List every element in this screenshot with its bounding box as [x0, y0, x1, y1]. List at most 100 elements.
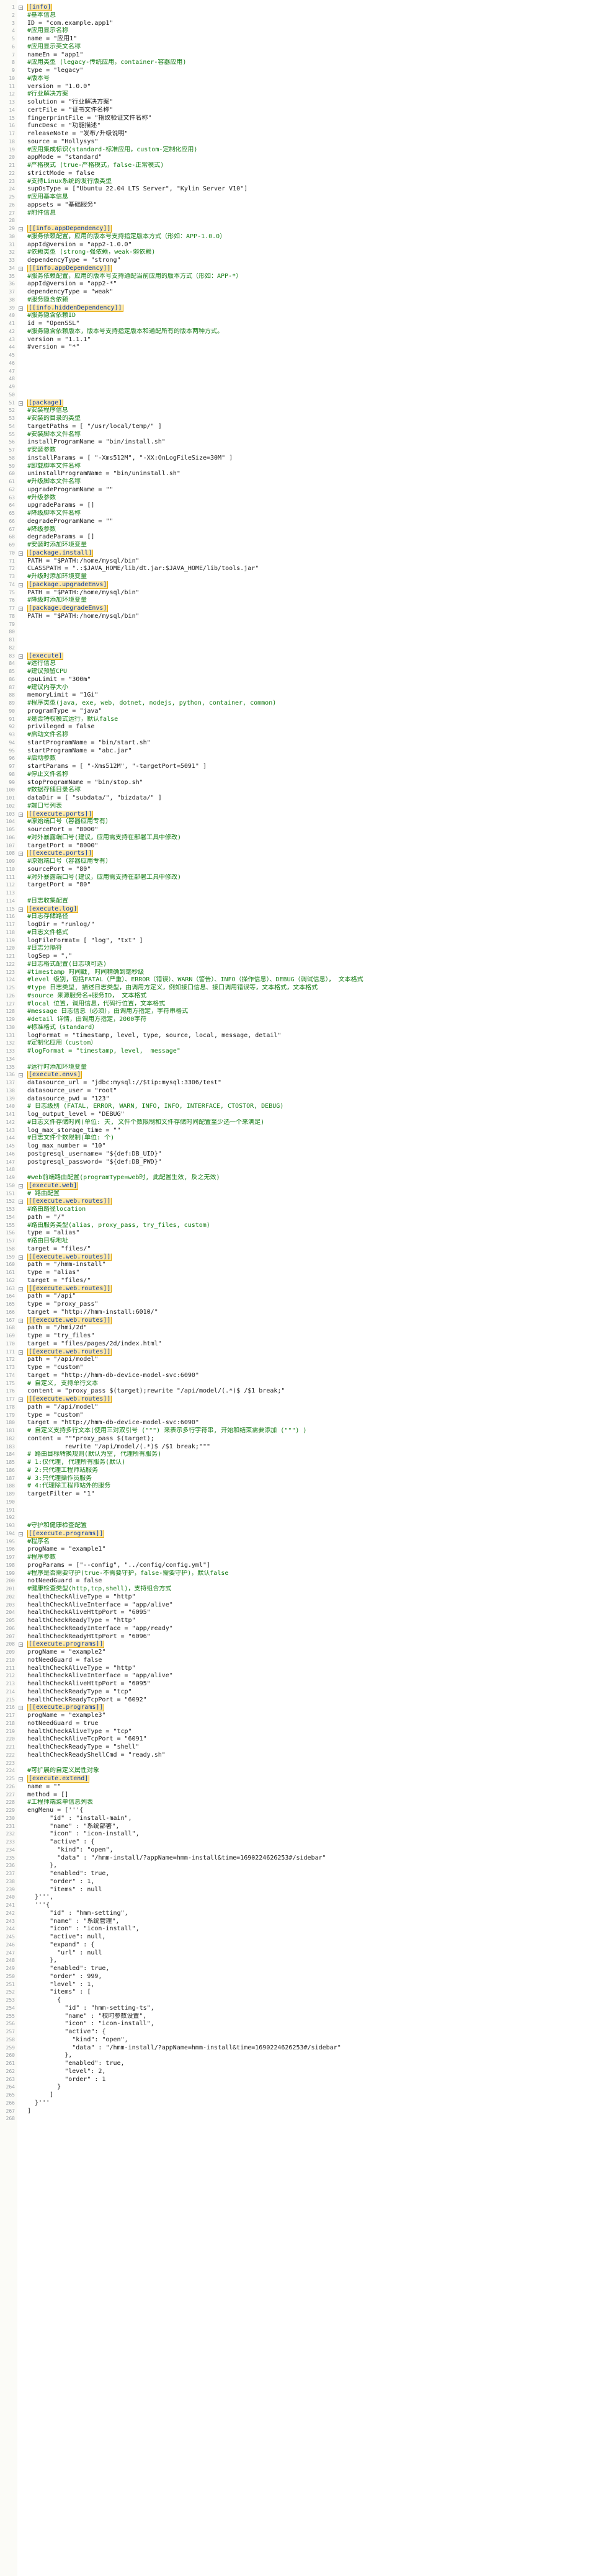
- code-line[interactable]: 8 #应用类型 (legacy-传统应用，container-容器应用): [0, 59, 606, 67]
- code-line[interactable]: 153 #路由路径location: [0, 1206, 606, 1214]
- code-line[interactable]: 18 source = "Hollysys": [0, 138, 606, 146]
- code-line[interactable]: 85 #建议预留CPU: [0, 668, 606, 676]
- code-line[interactable]: 234 "kind": "open",: [0, 1847, 606, 1855]
- code-line[interactable]: 48: [0, 375, 606, 383]
- code-line[interactable]: 33 dependencyType = "strong": [0, 257, 606, 265]
- code-line[interactable]: 67 #降级参数: [0, 526, 606, 534]
- code-line[interactable]: 177− [[execute.web.routes]]: [0, 1396, 606, 1404]
- code-line[interactable]: 209 progName = "example2": [0, 1649, 606, 1657]
- code-line[interactable]: 98 #停止文件名称: [0, 771, 606, 779]
- code-line[interactable]: 196 progName = "example1": [0, 1546, 606, 1554]
- code-line[interactable]: 258 "kind": "open",: [0, 2036, 606, 2044]
- code-line[interactable]: 32 #依赖类型 (strong-强依赖，weak-弱依赖): [0, 249, 606, 257]
- code-line[interactable]: 24 supOsType = ["Ubuntu 22.04 LTS Server"…: [0, 185, 606, 194]
- code-line[interactable]: 193 #守护和健康检查配置: [0, 1522, 606, 1530]
- code-line[interactable]: 199 #程序是否需要守护(true-不需要守护，false-需要守护)，默认fa…: [0, 1570, 606, 1578]
- code-line[interactable]: 198 progParams = ["--config", "../config/…: [0, 1562, 606, 1570]
- code-line[interactable]: 145 log_max_number = "10": [0, 1143, 606, 1151]
- code-line[interactable]: 120 #日志分隔符: [0, 945, 606, 953]
- code-line[interactable]: 255 "name" : "校时参数设置",: [0, 2013, 606, 2021]
- code-line[interactable]: 233 "active" : {: [0, 1838, 606, 1847]
- code-line[interactable]: 5 name = "应用1": [0, 35, 606, 43]
- fold-toggle-icon[interactable]: −: [19, 306, 23, 311]
- code-line[interactable]: 241 '''{: [0, 1902, 606, 1910]
- code-line[interactable]: 226 name = "": [0, 1783, 606, 1791]
- code-line[interactable]: 174 target = "http://hmm-db-device-model-…: [0, 1372, 606, 1380]
- code-line[interactable]: 140 # 日志级别 (FATAL, ERROR, WARN, INFO, INF…: [0, 1103, 606, 1111]
- code-line[interactable]: 12 #行业解决方案: [0, 91, 606, 99]
- code-line[interactable]: 183 rewrite "/api/model/(.*)$ /$1 break;…: [0, 1443, 606, 1451]
- code-line[interactable]: 211 healthCheckAliveType = "http": [0, 1665, 606, 1673]
- code-editor[interactable]: 1− [info] 2 #基本信息 3 ID = "com.example.app1" 4 #…: [0, 0, 606, 2576]
- code-line[interactable]: 175 # 自定义, 支持单行文本: [0, 1380, 606, 1388]
- code-line[interactable]: 147 postgresql_password= "${def:DB_PWD}": [0, 1159, 606, 1167]
- code-line[interactable]: 56 installProgramName = "bin/install.sh": [0, 439, 606, 447]
- code-line[interactable]: 230 "id" : "install-main",: [0, 1815, 606, 1823]
- code-line[interactable]: 105 sourcePort = "8000": [0, 826, 606, 834]
- code-line[interactable]: 263 "order" : 1: [0, 2076, 606, 2084]
- code-line[interactable]: 76 #降级时添加环境变量: [0, 597, 606, 605]
- code-line[interactable]: 36 appId@version = "app2-*": [0, 280, 606, 288]
- code-line[interactable]: 80: [0, 628, 606, 636]
- code-line[interactable]: 64 upgradeParams = []: [0, 502, 606, 510]
- code-line[interactable]: 15 fingerprintFile = "指纹验证文件名称": [0, 115, 606, 123]
- code-line[interactable]: 61 #升级脚本文件名称: [0, 478, 606, 486]
- code-line[interactable]: 101 dataDir = [ "subdata/", "bizdata/" ]: [0, 795, 606, 803]
- fold-toggle-icon[interactable]: −: [19, 1200, 23, 1205]
- code-line[interactable]: 55 #安装脚本文件名称: [0, 431, 606, 439]
- code-line[interactable]: 23 #支持Linux系统的发行版类型: [0, 178, 606, 186]
- code-line[interactable]: 184 # 路由目标转换规则(默认为空, 代理所有服务): [0, 1451, 606, 1459]
- fold-toggle-icon[interactable]: −: [19, 1642, 23, 1647]
- code-line[interactable]: 19 #应用集成标识(standard-标准应用，custom-定制化应用): [0, 146, 606, 154]
- fold-toggle-icon[interactable]: −: [19, 1777, 23, 1782]
- code-line[interactable]: 129 #detail 详情，由调用方指定，2000字符: [0, 1016, 606, 1024]
- code-line[interactable]: 204 healthCheckAliveHttpPort = "6095": [0, 1609, 606, 1617]
- code-line[interactable]: 210 notNeedGuard = false: [0, 1657, 606, 1665]
- code-line[interactable]: 205 healthCheckReadyType = "http": [0, 1617, 606, 1625]
- code-line[interactable]: 38 #服务隐含依赖: [0, 296, 606, 305]
- code-line[interactable]: 173 type = "custom": [0, 1364, 606, 1372]
- code-line[interactable]: 216− [[execute.programs]]: [0, 1704, 606, 1712]
- fold-toggle-icon[interactable]: −: [19, 1183, 23, 1188]
- code-line[interactable]: 146 postgresql_username= "${def:DB_UID}": [0, 1151, 606, 1159]
- fold-toggle-icon[interactable]: −: [19, 6, 23, 11]
- code-line[interactable]: 30 #服务依赖配置，应用的版本号支持指定版本方式（形如：APP-1.0.0）: [0, 233, 606, 241]
- code-line[interactable]: 77− [package.degradeEnvs]: [0, 605, 606, 613]
- code-line[interactable]: 47: [0, 368, 606, 376]
- code-line[interactable]: 141 log_output_level = "DEBUG": [0, 1111, 606, 1119]
- code-line[interactable]: 118 #日志文件格式: [0, 929, 606, 937]
- code-line[interactable]: 40 #服务隐含依赖ID: [0, 312, 606, 320]
- code-line[interactable]: 261 "enabled": true,: [0, 2060, 606, 2068]
- code-line[interactable]: 180 target = "http://hmm-db-device-model-…: [0, 1419, 606, 1427]
- code-line[interactable]: 160 path = "/hmm-install": [0, 1261, 606, 1269]
- code-line[interactable]: 243 "name" : "系统管理",: [0, 1918, 606, 1926]
- code-line[interactable]: 60 uninstallProgramName = "bin/uninstall.…: [0, 470, 606, 478]
- code-line[interactable]: 268: [0, 2115, 606, 2123]
- code-line[interactable]: 91 #是否特权模式运行，默认false: [0, 716, 606, 724]
- fold-toggle-icon[interactable]: −: [19, 401, 23, 406]
- code-line[interactable]: 65 #降级脚本文件名称: [0, 510, 606, 518]
- code-line[interactable]: 104 #原始端口号（容器应用专有）: [0, 818, 606, 826]
- code-line[interactable]: 176 content = "proxy_pass $(target);rewri…: [0, 1388, 606, 1396]
- code-line[interactable]: 81: [0, 636, 606, 644]
- code-line[interactable]: 182 content = """proxy_pass $(target);: [0, 1435, 606, 1443]
- code-line[interactable]: 131 logFormat = "timestamp, level, type, …: [0, 1032, 606, 1040]
- code-line[interactable]: 110 sourcePort = "80": [0, 866, 606, 874]
- code-line[interactable]: 68 degradeParams = []: [0, 533, 606, 541]
- fold-toggle-icon[interactable]: −: [19, 1706, 23, 1711]
- code-line[interactable]: 266 }''': [0, 2100, 606, 2108]
- code-line[interactable]: 218 notNeedGuard = true: [0, 1720, 606, 1728]
- code-line[interactable]: 224 #可扩展的自定义属性对象: [0, 1767, 606, 1775]
- code-line[interactable]: 1− [info]: [0, 4, 606, 12]
- code-line[interactable]: 29− [[info.appDependency]]: [0, 225, 606, 233]
- code-line[interactable]: 71 PATH = "$PATH:/home/mysql/bin": [0, 558, 606, 566]
- code-line[interactable]: 112 targetPort = "80": [0, 881, 606, 889]
- code-line[interactable]: 113: [0, 889, 606, 898]
- code-line[interactable]: 192: [0, 1514, 606, 1522]
- code-line[interactable]: 162 target = "files/": [0, 1277, 606, 1285]
- code-line[interactable]: 265 ]: [0, 2092, 606, 2100]
- code-line[interactable]: 31 appId@version = "app2-1.0.0": [0, 241, 606, 249]
- code-line[interactable]: 194− [[execute.programs]]: [0, 1530, 606, 1538]
- code-line[interactable]: 41 id = "OpenSSL": [0, 320, 606, 328]
- code-line[interactable]: 212 healthCheckAliveInterface = "app/aliv…: [0, 1672, 606, 1680]
